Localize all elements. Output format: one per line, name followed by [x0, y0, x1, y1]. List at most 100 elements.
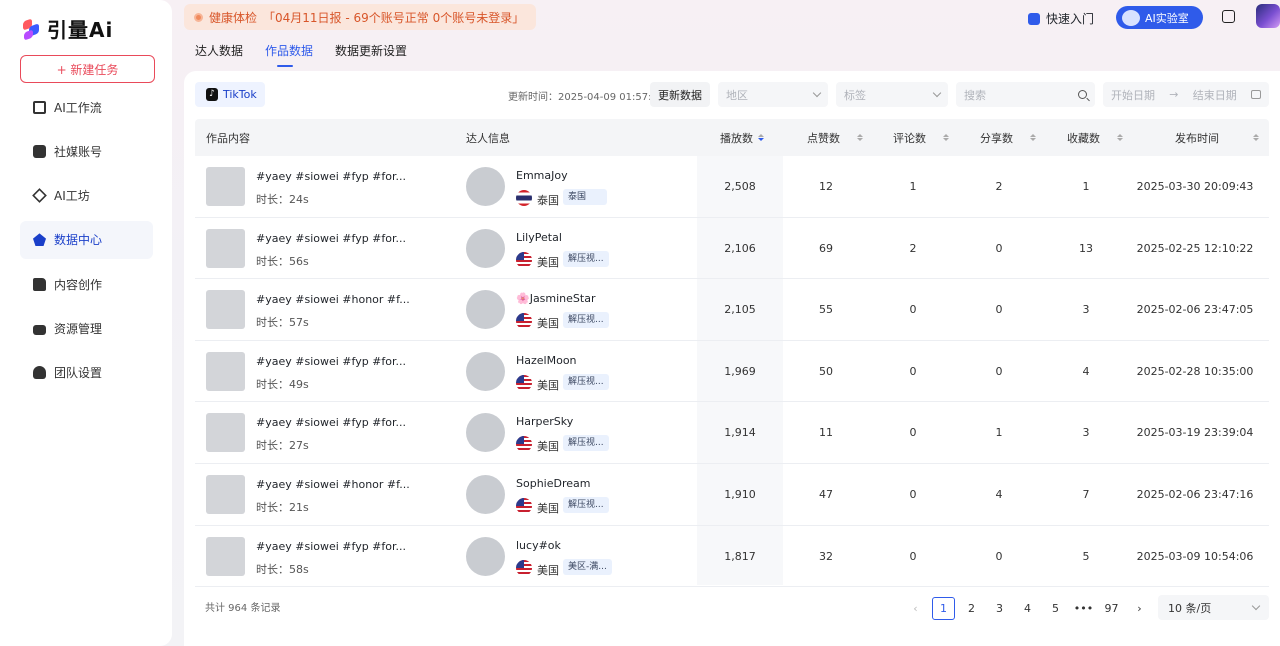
sidebar-item-5[interactable]: 资源管理	[20, 309, 153, 347]
publish-time: 2025-02-06 23:47:05	[1136, 303, 1254, 317]
page-button[interactable]: 2	[960, 597, 983, 620]
creator-avatar[interactable]	[466, 413, 505, 453]
col-publish-time[interactable]: 发布时间	[1175, 119, 1259, 156]
update-data-button[interactable]: 更新数据	[650, 82, 710, 107]
sort-icon[interactable]	[758, 134, 764, 141]
next-page-button[interactable]: ›	[1128, 597, 1151, 620]
video-thumbnail[interactable]	[206, 413, 245, 453]
platform-tiktok-button[interactable]: ♪ TikTok	[195, 82, 265, 107]
video-title[interactable]: #yaey #siowei #fyp #for...	[256, 416, 406, 429]
page-button[interactable]: 5	[1044, 597, 1067, 620]
ai-lab-button[interactable]: AI实验室	[1116, 6, 1203, 29]
video-thumbnail[interactable]	[206, 290, 245, 330]
page-ellipsis[interactable]: •••	[1072, 597, 1095, 620]
table-row[interactable]: #yaey #siowei #fyp #for... 时长：24s EmmaJoy 泰…	[195, 156, 1269, 218]
publish-time: 2025-03-09 10:54:06	[1136, 549, 1254, 563]
likes-count: 32	[819, 549, 833, 563]
tab-works-data[interactable]: 作品数据	[265, 42, 313, 67]
creator-name[interactable]: 🌸JasmineStar	[516, 292, 595, 305]
video-title[interactable]: #yaey #siowei #honor #f...	[256, 293, 410, 306]
tag-select[interactable]: 标签	[836, 82, 948, 107]
new-task-button[interactable]: + 新建任务	[20, 55, 155, 83]
flag-icon	[516, 190, 532, 206]
user-avatar[interactable]	[1256, 4, 1280, 28]
shares-count: 0	[995, 549, 1003, 563]
sidebar-item-3[interactable]: 数据中心	[20, 220, 153, 259]
creator-name[interactable]: lucy#ok	[516, 539, 561, 552]
creator-avatar[interactable]	[466, 228, 505, 268]
page-button[interactable]: 3	[988, 597, 1011, 620]
sort-icon[interactable]	[1117, 134, 1123, 141]
health-label: 健康体检	[209, 10, 258, 25]
col-content: 作品内容	[206, 119, 250, 156]
creator-avatar[interactable]	[466, 351, 505, 391]
sort-icon[interactable]	[1030, 134, 1036, 141]
window-icon[interactable]	[1222, 10, 1235, 23]
app-logo[interactable]: 引量Ai	[23, 14, 113, 43]
creator-name[interactable]: HazelMoon	[516, 354, 577, 367]
video-title[interactable]: #yaey #siowei #fyp #for...	[256, 355, 406, 368]
date-range-picker[interactable]: 开始日期 → 结束日期	[1103, 82, 1269, 107]
creator-name[interactable]: LilyPetal	[516, 231, 562, 244]
video-title[interactable]: #yaey #siowei #honor #f...	[256, 478, 410, 491]
sidebar-item-4[interactable]: 内容创作	[20, 265, 153, 303]
creator-avatar[interactable]	[466, 475, 505, 514]
video-title[interactable]: #yaey #siowei #fyp #for...	[256, 232, 406, 245]
plays-count: 1,914	[724, 426, 756, 440]
sidebar-item-0[interactable]: AI工作流	[20, 88, 153, 126]
quick-start-link[interactable]: 快速入门	[1028, 10, 1094, 27]
col-creator: 达人信息	[466, 119, 510, 156]
col-content-label: 作品内容	[206, 131, 250, 145]
creator-avatar[interactable]	[466, 290, 505, 330]
creator-name[interactable]: HarperSky	[516, 415, 573, 428]
page-size-select[interactable]: 10 条/页	[1158, 595, 1269, 620]
table-row[interactable]: #yaey #siowei #fyp #for... 时长：49s HazelMoo…	[195, 341, 1269, 403]
video-thumbnail[interactable]	[206, 536, 245, 576]
creator-name[interactable]: EmmaJoy	[516, 169, 568, 182]
search-icon[interactable]	[1078, 90, 1087, 99]
region-select[interactable]: 地区	[718, 82, 828, 107]
video-thumbnail[interactable]	[206, 351, 245, 391]
sort-icon[interactable]	[1253, 134, 1259, 141]
col-plays[interactable]: 播放数	[720, 119, 764, 156]
creator-name[interactable]: SophieDream	[516, 477, 590, 490]
table-row[interactable]: #yaey #siowei #fyp #for... 时长：58s lucy#ok 美…	[195, 526, 1269, 588]
col-saves[interactable]: 收藏数	[1067, 119, 1123, 156]
sort-icon[interactable]	[857, 134, 863, 141]
page-button[interactable]: 4	[1016, 597, 1039, 620]
search-input[interactable]: 搜索	[956, 82, 1095, 107]
prev-page-button[interactable]: ‹	[904, 597, 927, 620]
ai-lab-label: AI实验室	[1145, 11, 1189, 25]
likes-count: 55	[819, 303, 833, 317]
table-row[interactable]: #yaey #siowei #fyp #for... 时长：56s LilyPeta…	[195, 218, 1269, 280]
creator-country: 美国	[537, 502, 559, 515]
saves-count: 7	[1082, 488, 1090, 501]
video-thumbnail[interactable]	[206, 167, 245, 206]
video-title[interactable]: #yaey #siowei #fyp #for...	[256, 540, 406, 553]
col-shares[interactable]: 分享数	[980, 119, 1036, 156]
tab-creator-data[interactable]: 达人数据	[195, 42, 243, 60]
flag-icon	[516, 313, 532, 330]
col-comments[interactable]: 评论数	[893, 119, 949, 156]
health-check-banner[interactable]: 健康体检 「04月11日报 - 69个账号正常 0个账号未登录」	[184, 4, 537, 30]
creator-avatar[interactable]	[466, 536, 505, 576]
sidebar-item-2[interactable]: AI工坊	[20, 177, 153, 215]
robot-icon	[1122, 9, 1140, 26]
table-row[interactable]: #yaey #siowei #honor #f... 时长：57s 🌸Jasmine…	[195, 279, 1269, 341]
page-button[interactable]: 97	[1100, 597, 1123, 620]
video-title[interactable]: #yaey #siowei #fyp #for...	[256, 170, 406, 183]
page-button[interactable]: 1	[932, 597, 955, 620]
book-icon	[1028, 12, 1040, 25]
comments-count: 0	[909, 488, 917, 501]
tab-update-settings[interactable]: 数据更新设置	[335, 42, 407, 60]
col-likes[interactable]: 点赞数	[807, 119, 863, 156]
sidebar-item-1[interactable]: 社媒账号	[20, 132, 153, 170]
table-row[interactable]: #yaey #siowei #fyp #for... 时长：27s HarperSk…	[195, 402, 1269, 464]
workflow-icon	[33, 100, 46, 114]
video-thumbnail[interactable]	[206, 475, 245, 514]
table-row[interactable]: #yaey #siowei #honor #f... 时长：21s SophieDr…	[195, 464, 1269, 526]
creator-avatar[interactable]	[466, 167, 505, 206]
sidebar-item-6[interactable]: 团队设置	[20, 354, 153, 392]
sort-icon[interactable]	[943, 134, 949, 141]
video-thumbnail[interactable]	[206, 228, 245, 268]
